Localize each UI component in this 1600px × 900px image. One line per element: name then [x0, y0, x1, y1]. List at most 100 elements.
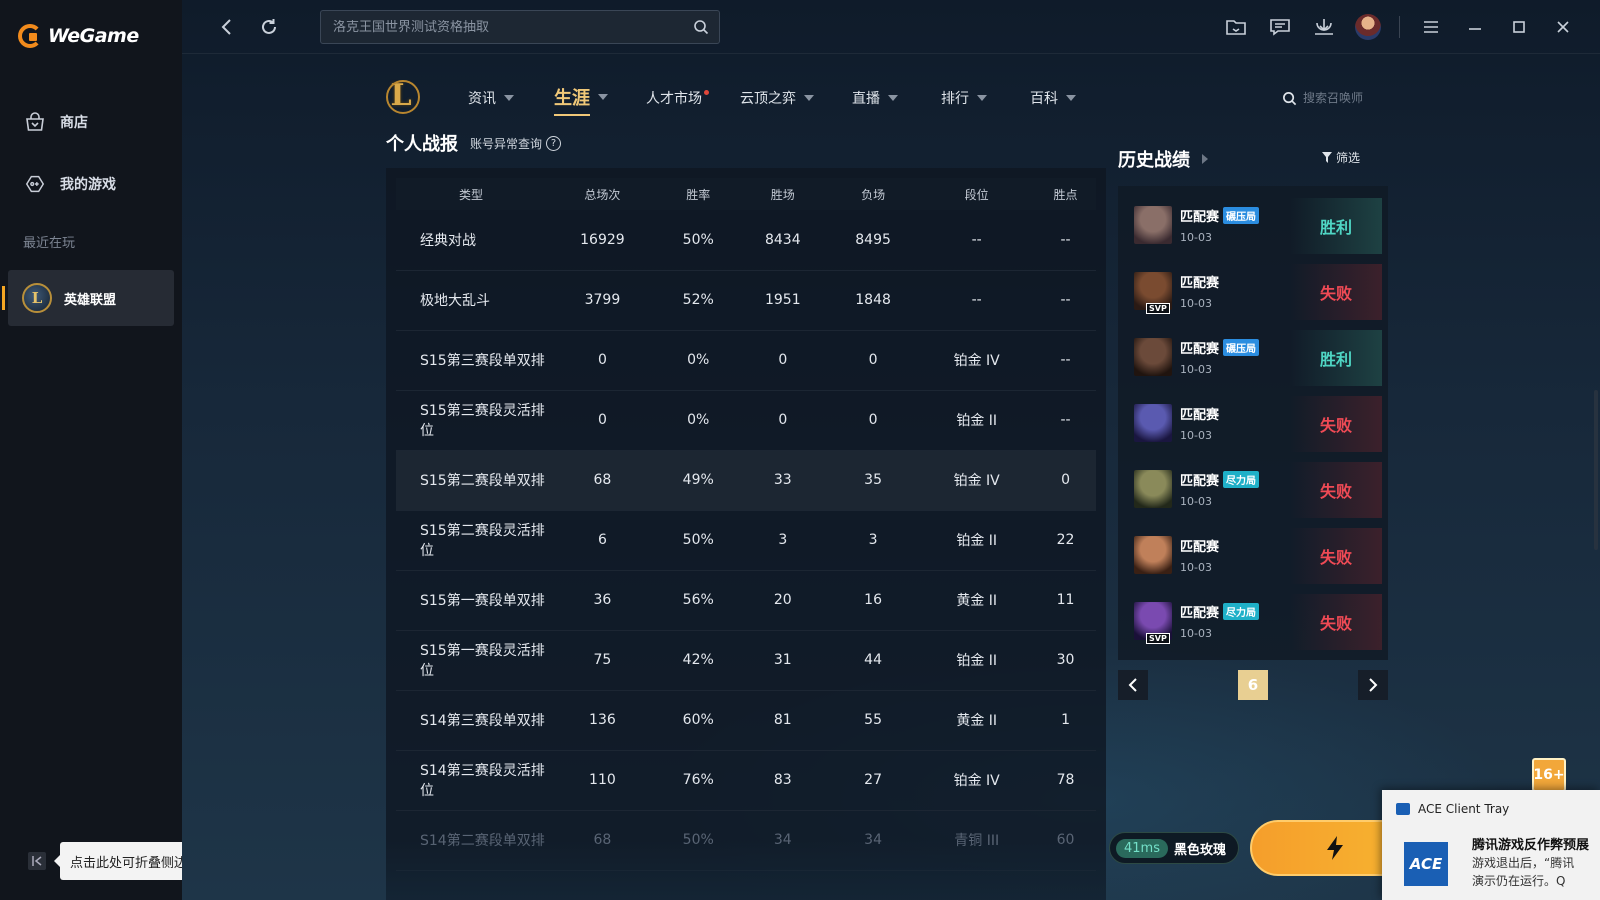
next-page-button[interactable]: [1358, 670, 1388, 700]
cell-type: S15第三赛段单双排: [396, 330, 546, 391]
table-row[interactable]: S15第一赛段单双排 36 56% 20 16 黄金 II 11: [396, 570, 1096, 631]
nav-career[interactable]: 生涯: [554, 84, 608, 116]
match-tag-badge: 碾压局: [1223, 339, 1260, 356]
match-mode-label: 匹配赛: [1180, 342, 1220, 357]
refresh-button[interactable]: [256, 14, 282, 40]
table-row[interactable]: S14第三赛段单双排 136 60% 81 55 黄金 II 1: [396, 690, 1096, 751]
filter-label: 筛选: [1336, 151, 1361, 165]
match-item[interactable]: SVP 匹配赛 尽力局 10-03 失败: [1124, 588, 1382, 654]
match-mode: 匹配赛: [1180, 536, 1219, 555]
cell-wins: 34: [737, 810, 828, 871]
champion-avatar: [1134, 338, 1172, 376]
match-result: 失败: [1290, 594, 1382, 650]
prev-page-button[interactable]: [1118, 670, 1148, 700]
cell-winrate: 56%: [658, 570, 738, 631]
table-row[interactable]: S15第三赛段单双排 0 0% 0 0 铂金 IV --: [396, 330, 1096, 391]
server-status[interactable]: 41ms 黑色玫瑰: [1109, 832, 1239, 864]
lol-logo-icon[interactable]: L: [382, 74, 420, 116]
match-result: 胜利: [1290, 330, 1382, 386]
sidebar-item-shop[interactable]: 商店: [8, 100, 174, 144]
cell-rank: 铂金 IV: [918, 330, 1036, 391]
search-bar[interactable]: [320, 10, 720, 44]
search-icon[interactable]: [693, 19, 709, 35]
sidebar-item-my-games[interactable]: 我的游戏: [8, 162, 174, 206]
nav-tft-label: 云顶之弈: [740, 91, 796, 107]
nav-talent-market[interactable]: 人才市场: [646, 88, 715, 108]
record-table-body: 经典对战 16929 50% 8434 8495 -- -- 极地大乱斗 3799 52% 1951…: [396, 210, 1096, 871]
match-info: 匹配赛 10-03: [1180, 404, 1219, 442]
cell-losses: 55: [827, 690, 919, 751]
match-item[interactable]: 匹配赛 10-03 失败: [1124, 390, 1382, 456]
col-wins: 胜场: [770, 187, 795, 202]
scrollbar[interactable]: [1594, 390, 1598, 550]
filter-button[interactable]: 筛选: [1322, 149, 1360, 166]
table-row[interactable]: S14第三赛段灵活排位 110 76% 83 27 铂金 IV 78: [396, 750, 1096, 811]
summoner-search[interactable]: [1274, 84, 1404, 112]
minimize-icon[interactable]: [1462, 14, 1488, 40]
history-header[interactable]: 历史战绩: [1118, 146, 1208, 172]
cell-losses: 34: [827, 810, 919, 871]
table-row[interactable]: S15第二赛段灵活排位 6 50% 3 3 铂金 II 22: [396, 510, 1096, 571]
cell-total: 16929: [546, 210, 659, 271]
wegame-logo[interactable]: WeGame: [18, 24, 139, 48]
nav-ranking[interactable]: 排行: [941, 88, 987, 108]
account-anomaly-link[interactable]: 账号异常查询 ?: [470, 135, 562, 152]
menu-icon[interactable]: [1418, 14, 1444, 40]
cell-winrate: 0%: [658, 330, 738, 391]
table-row[interactable]: S14第二赛段单双排 68 50% 34 34 青铜 III 60: [396, 810, 1096, 871]
close-icon[interactable]: [1550, 14, 1576, 40]
cell-wins: 3: [737, 510, 828, 571]
main-area: L 资讯 生涯 人才市场 云顶之弈 直播 排行 百科 个人战报 账号异常查询 ?: [182, 0, 1600, 900]
sidebar-item-lol[interactable]: L 英雄联盟: [2, 270, 174, 326]
match-tag-badge: 尽力局: [1223, 471, 1260, 488]
match-item[interactable]: 匹配赛 碾压局 10-03 胜利: [1124, 192, 1382, 258]
ping-value: 41ms: [1116, 838, 1168, 858]
folder-icon[interactable]: [1223, 14, 1249, 40]
match-tag-badge: 碾压局: [1223, 207, 1260, 224]
cell-winrate: 0%: [658, 390, 738, 451]
nav-live[interactable]: 直播: [852, 88, 898, 108]
cell-type: S14第二赛段单双排: [396, 810, 546, 871]
match-mode-label: 匹配赛: [1180, 606, 1220, 621]
download-icon[interactable]: [1311, 14, 1337, 40]
message-icon[interactable]: [1267, 14, 1293, 40]
cell-winrate: 50%: [658, 810, 738, 871]
table-row[interactable]: S15第三赛段灵活排位 0 0% 0 0 铂金 II --: [396, 390, 1096, 451]
table-row[interactable]: S15第二赛段单双排 68 49% 33 35 铂金 IV 0: [396, 450, 1096, 511]
table-row[interactable]: S15第一赛段灵活排位 75 42% 31 44 铂金 II 30: [396, 630, 1096, 691]
maximize-icon[interactable]: [1506, 14, 1532, 40]
summoner-search-input[interactable]: [1303, 91, 1403, 105]
match-date: 10-03: [1180, 231, 1212, 244]
shop-bag-icon: [24, 111, 46, 133]
search-input[interactable]: [333, 19, 683, 35]
match-mode-label: 匹配赛: [1180, 408, 1220, 423]
table-row[interactable]: 经典对战 16929 50% 8434 8495 -- --: [396, 210, 1096, 271]
nav-wiki[interactable]: 百科: [1030, 88, 1076, 108]
table-row[interactable]: 极地大乱斗 3799 52% 1951 1848 -- --: [396, 270, 1096, 331]
col-winrate: 胜率: [686, 187, 711, 202]
cell-rank: 铂金 II: [918, 510, 1036, 571]
current-page[interactable]: 6: [1238, 670, 1268, 700]
wegame-logo-icon: [18, 24, 42, 48]
ace-body-line: 演示仍在运行。Q: [1472, 874, 1566, 888]
user-avatar[interactable]: [1355, 14, 1381, 40]
cell-wins: 81: [737, 690, 828, 751]
cell-type: S15第一赛段单双排: [396, 570, 546, 631]
match-item[interactable]: 匹配赛 尽力局 10-03 失败: [1124, 456, 1382, 522]
nav-news[interactable]: 资讯: [468, 88, 514, 108]
help-icon[interactable]: ?: [546, 135, 562, 151]
cell-winrate: 50%: [658, 210, 738, 271]
match-item[interactable]: SVP 匹配赛 10-03 失败: [1124, 258, 1382, 324]
cell-winrate: 52%: [658, 270, 738, 331]
gamepad-icon: [24, 173, 46, 195]
cell-rank: 铂金 II: [918, 390, 1036, 451]
cell-wins: 33: [737, 450, 828, 511]
match-item[interactable]: 匹配赛 碾压局 10-03 胜利: [1124, 324, 1382, 390]
back-button[interactable]: [214, 14, 240, 40]
chevron-down-icon: [1066, 95, 1076, 101]
cell-total: 6: [546, 510, 659, 571]
nav-tft[interactable]: 云顶之弈: [740, 88, 814, 108]
ace-notification[interactable]: ACE Client Tray ACE 腾讯游戏反作弊预展 游戏退出后，“腾讯 …: [1382, 790, 1600, 900]
collapse-sidebar-button[interactable]: [28, 852, 46, 870]
match-item[interactable]: 匹配赛 10-03 失败: [1124, 522, 1382, 588]
